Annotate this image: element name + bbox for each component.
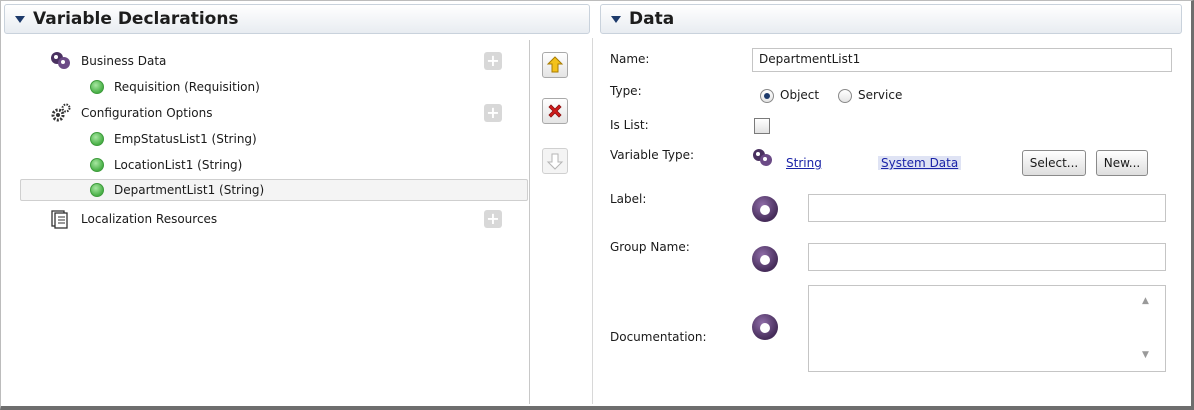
data-header[interactable]: Data (600, 4, 1182, 34)
name-field[interactable]: DepartmentList1 (752, 48, 1172, 72)
documentation-label: Documentation: (610, 330, 707, 344)
localization-icon[interactable] (752, 246, 778, 272)
tree-item-business-data[interactable]: Business Data (50, 50, 166, 72)
business-data-icon (50, 51, 72, 71)
type-object-radio[interactable] (760, 89, 774, 103)
delete-button[interactable] (542, 98, 568, 124)
variable-declarations-title: Variable Declarations (33, 9, 239, 29)
down-arrow-icon (546, 153, 564, 170)
name-label: Name: (610, 52, 650, 66)
scroll-up-icon[interactable]: ▲ (1142, 296, 1149, 306)
add-localization-resource-button[interactable]: + (484, 210, 502, 228)
delete-x-icon (548, 104, 562, 118)
new-button[interactable]: New... (1096, 150, 1148, 176)
type-service-radio[interactable] (838, 89, 852, 103)
variable-declarations-header[interactable]: Variable Declarations (4, 4, 590, 34)
scroll-down-icon[interactable]: ▼ (1142, 350, 1149, 360)
select-button[interactable]: Select... (1022, 150, 1086, 176)
tree-item-label: Business Data (81, 54, 167, 68)
move-up-button[interactable] (542, 52, 568, 78)
data-title: Data (629, 9, 675, 29)
variable-type-link[interactable]: String (786, 156, 822, 170)
panel-divider (592, 38, 593, 404)
tree-item-configuration-options[interactable]: Configuration Options (50, 102, 213, 124)
green-dot-icon (90, 183, 104, 197)
add-configuration-option-button[interactable]: + (484, 104, 502, 122)
collapse-triangle-icon[interactable] (15, 15, 25, 23)
is-list-label: Is List: (610, 118, 649, 132)
collapse-triangle-icon[interactable] (611, 15, 621, 23)
tree-item-label: Requisition (Requisition) (114, 80, 260, 94)
tree-item-localization-resources[interactable]: Localization Resources (50, 208, 217, 230)
tree-item-label: DepartmentList1 (String) (114, 183, 265, 197)
green-dot-icon (90, 132, 104, 146)
tree-item-label: LocationList1 (String) (114, 158, 243, 172)
type-object-label: Object (780, 88, 820, 102)
localization-icon[interactable] (752, 196, 778, 222)
variable-type-label: Variable Type: (610, 148, 695, 162)
tree-item-empstatuslist1[interactable]: EmpStatusList1 (String) (90, 128, 257, 150)
tree-item-label: EmpStatusList1 (String) (114, 132, 257, 146)
tree-item-label: Localization Resources (81, 212, 218, 226)
add-business-data-button[interactable]: + (484, 52, 502, 70)
is-list-checkbox[interactable] (754, 118, 770, 134)
up-arrow-icon (546, 56, 564, 73)
green-dot-icon (90, 80, 104, 94)
green-dot-icon (90, 158, 104, 172)
type-label: Type: (610, 84, 642, 98)
group-name-label: Group Name: (610, 240, 690, 254)
move-down-button[interactable] (542, 148, 568, 174)
system-data-link[interactable]: System Data (878, 156, 962, 170)
tree-item-locationlist1[interactable]: LocationList1 (String) (90, 154, 242, 176)
business-data-icon (752, 148, 774, 168)
document-stack-icon (50, 209, 72, 229)
tree-item-label: Configuration Options (81, 106, 213, 120)
tree-item-departmentlist1[interactable]: DepartmentList1 (String) (20, 179, 528, 201)
gears-icon (50, 103, 72, 123)
label-label: Label: (610, 192, 647, 206)
group-name-field[interactable] (808, 243, 1166, 271)
type-service-label: Service (858, 88, 903, 102)
label-field[interactable] (808, 194, 1166, 222)
localization-icon[interactable] (752, 314, 778, 340)
tree-item-requisition[interactable]: Requisition (Requisition) (90, 76, 260, 98)
documentation-textarea[interactable] (808, 285, 1166, 372)
variable-tree: Business Data + Requisition (Requisition… (20, 40, 530, 404)
